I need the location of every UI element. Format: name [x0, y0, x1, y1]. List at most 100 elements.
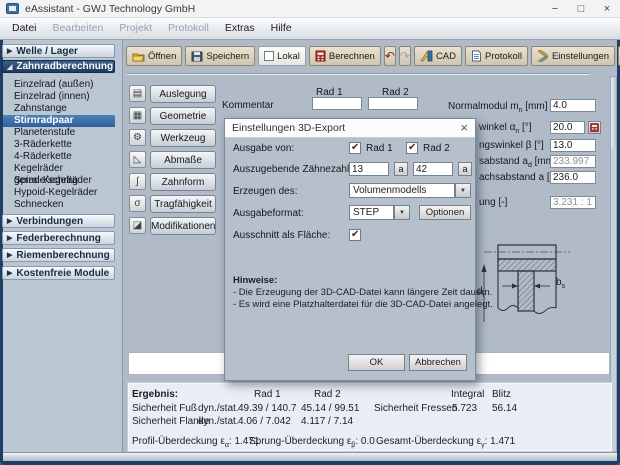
cancel-button[interactable]: Abbrechen — [409, 354, 467, 371]
werkzeug-button[interactable]: Werkzeug — [150, 129, 216, 147]
sidebar-section-zahnradberechnung[interactable]: ◢ Zahnradberechnung — [2, 60, 115, 73]
menu-bar: Datei Bearbeiten Projekt Protokoll Extra… — [0, 18, 620, 40]
format-dropdown-button[interactable]: ▼ — [394, 205, 410, 220]
rad1-checkbox-label: Rad 1 — [366, 143, 393, 154]
modifikationen-button[interactable]: Modifikationen — [150, 217, 216, 235]
format-dropdown-value[interactable]: STEP — [349, 205, 394, 220]
sicherheit-fuss-label: Sicherheit Fuß — [132, 403, 197, 414]
all-teeth-rad1-button[interactable]: a — [394, 162, 408, 176]
modifikationen-icon: ◪ — [129, 217, 146, 234]
minimize-button[interactable]: − — [542, 0, 568, 18]
chevron-right-icon: ▶ — [7, 234, 12, 242]
geometrie-button[interactable]: Geometrie — [150, 107, 216, 125]
results-rad2-header: Rad 2 — [314, 389, 341, 400]
ok-button[interactable]: OK — [348, 354, 405, 371]
sidebar-item-planetenstufe[interactable]: Planetenstufe — [3, 127, 115, 139]
results-rad1-header: Rad 1 — [254, 389, 281, 400]
sidebar-item-kegelraeder[interactable]: Kegelräder gerade/schräg — [3, 163, 115, 175]
ausschnitt-label: Ausschnitt als Fläche: — [233, 230, 330, 241]
results-integral-header: Integral — [451, 389, 484, 400]
calculator-icon — [590, 123, 599, 132]
toolbar-separator — [127, 73, 589, 75]
results-blitz-header: Blitz — [492, 389, 511, 400]
folder-open-icon — [132, 51, 145, 62]
sidebar-section-kostenfreie-module[interactable]: ▶ Kostenfreie Module — [2, 266, 115, 280]
achsabstand-input[interactable] — [550, 171, 596, 184]
maximize-button[interactable]: □ — [568, 0, 594, 18]
ausschnitt-checkbox[interactable] — [349, 229, 361, 241]
sidebar-item-einzelrad-aussen[interactable]: Einzelrad (außen) — [3, 79, 115, 91]
protokoll-button[interactable]: Protokoll — [465, 46, 528, 66]
lokal-checkbox[interactable]: Lokal — [258, 46, 306, 66]
menu-datei[interactable]: Datei — [4, 18, 45, 39]
chevron-right-icon: ▶ — [7, 47, 12, 55]
auslegung-button[interactable]: Auslegung — [150, 85, 216, 103]
zaehnezahl-rad2-input[interactable] — [413, 162, 453, 176]
menu-extras[interactable]: Extras — [217, 18, 263, 39]
eingriffswinkel-input[interactable] — [550, 121, 585, 134]
nullachsabstand-label: sabstand ad [mm] — [479, 156, 557, 169]
all-teeth-rad2-button[interactable]: a — [458, 162, 472, 176]
fressen-integral-value: 5.723 — [452, 403, 477, 414]
menu-hilfe[interactable]: Hilfe — [263, 18, 300, 39]
berechnen-button[interactable]: Berechnen — [309, 46, 381, 66]
sidebar-item-schnecken[interactable]: Schnecken — [3, 199, 115, 211]
checkbox-icon — [264, 51, 274, 61]
undo-button[interactable]: ↶ — [384, 46, 396, 66]
sidebar-item-einzelrad-innen[interactable]: Einzelrad (innen) — [3, 91, 115, 103]
rad2-checkbox[interactable] — [406, 142, 418, 154]
sidebar-item-stirnradpaar[interactable]: Stirnradpaar — [3, 115, 115, 127]
chevron-down-icon: ▼ — [399, 210, 405, 216]
sidebar-section-verbindungen[interactable]: ▶ Verbindungen — [2, 214, 115, 228]
uebersetzung-label: ung [-] — [479, 197, 507, 208]
scrollbar-thumb[interactable] — [611, 78, 616, 148]
kommentar-rad1-input[interactable] — [312, 97, 362, 110]
sidebar-item-4-raederkette[interactable]: 4-Räderkette — [3, 151, 115, 163]
row1-mode: dyn./stat. — [198, 403, 239, 414]
einstellungen-button[interactable]: Einstellungen — [531, 46, 615, 66]
row1-rad2-value: 45.14 / 99.51 — [301, 403, 359, 414]
schraegungswinkel-input[interactable] — [550, 139, 596, 152]
dialog-close-icon[interactable]: × — [460, 119, 468, 137]
hinweis-line-2: - Es wird eine Platzhalterdatei für die … — [233, 299, 493, 310]
sidebar-item-spiral-kegelraeder[interactable]: Spiral-Kegelräder — [3, 175, 115, 187]
sidebar-item-3-raederkette[interactable]: 3-Räderkette — [3, 139, 115, 151]
calculator-mini-button[interactable] — [588, 121, 601, 134]
sidebar-item-zahnstange[interactable]: Zahnstange — [3, 103, 115, 115]
tragfaehigkeit-button[interactable]: Tragfähigkeit — [150, 195, 216, 213]
chevron-expanded-icon: ◢ — [7, 63, 12, 71]
row2-mode: dyn./stat. — [198, 416, 239, 427]
zahnform-button[interactable]: Zahnform — [150, 173, 216, 191]
open-button[interactable]: Öffnen — [126, 46, 182, 66]
row2-rad2-value: 4.117 / 7.14 — [301, 416, 353, 427]
floppy-disk-icon — [191, 51, 203, 62]
tragfaehigkeit-icon: σ — [129, 195, 146, 212]
sidebar-section-riemenberechnung[interactable]: ▶ Riemenberechnung — [2, 248, 115, 262]
auslegung-icon: ▤ — [129, 85, 146, 102]
abmasse-button[interactable]: Abmaße — [150, 151, 216, 169]
abmasse-ruler-icon: ◺ — [129, 151, 146, 168]
rad1-checkbox[interactable] — [349, 142, 361, 154]
sidebar-item-hypoid-kegelraeder[interactable]: Hypoid-Kegelräder — [3, 187, 115, 199]
sidebar-section-welle-lager[interactable]: ▶ Welle / Lager — [2, 44, 115, 58]
menu-bearbeiten: Bearbeiten — [45, 18, 112, 39]
zaehnezahl-label: Auszugebende Zähnezahl: — [233, 164, 352, 175]
erzeugen-dropdown-button[interactable]: ▼ — [455, 183, 471, 198]
sidebar-section-federberechnung[interactable]: ▶ Federberechnung — [2, 231, 115, 245]
calculator-icon — [315, 50, 326, 62]
export-settings-dialog: Einstellungen 3D-Export × Ausgabe von: R… — [224, 118, 476, 381]
row2-rad1-value: 4.06 / 7.042 — [238, 416, 291, 427]
zaehnezahl-rad1-input[interactable] — [349, 162, 389, 176]
save-button[interactable]: Speichern — [185, 46, 255, 66]
hinweis-line-1: - Die Erzeugung der 3D-CAD-Datei kann lä… — [233, 287, 492, 298]
optionen-button[interactable]: Optionen — [419, 205, 471, 220]
close-button[interactable]: × — [594, 0, 620, 18]
tools-icon — [537, 50, 549, 62]
cad-button[interactable]: CAD — [414, 46, 462, 66]
kommentar-rad2-input[interactable] — [368, 97, 418, 110]
window-title: eAssistant - GWJ Technology GmbH — [25, 3, 195, 15]
erzeugen-dropdown-value[interactable]: Volumenmodells — [349, 183, 455, 198]
dialog-title-bar: Einstellungen 3D-Export × — [225, 119, 475, 138]
normalmodul-input[interactable] — [550, 99, 596, 112]
kommentar-label: Kommentar — [222, 100, 274, 111]
